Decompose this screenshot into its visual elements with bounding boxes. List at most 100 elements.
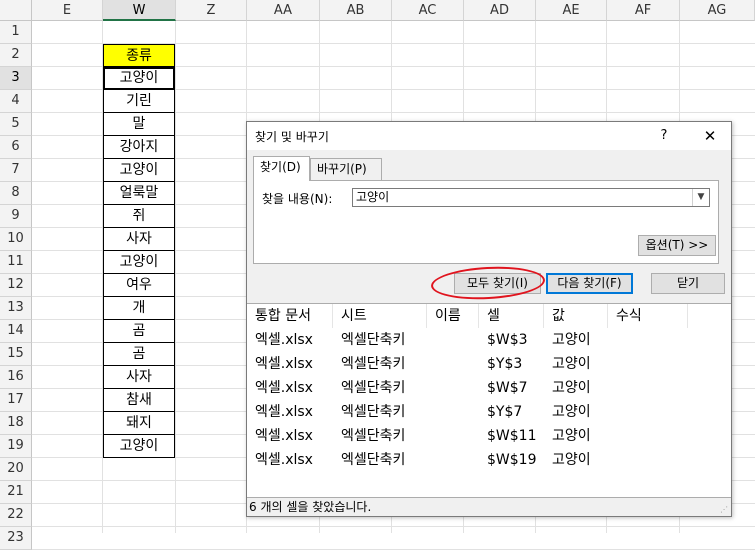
row-header-9[interactable]: 9 [0, 205, 32, 228]
cell-w3[interactable]: 고양이 [103, 67, 175, 90]
results-column-header[interactable]: 이름 [427, 304, 479, 328]
cell-w12[interactable]: 여우 [103, 274, 175, 297]
results-cell [608, 352, 688, 376]
tab-replace[interactable]: 바꾸기(P) [310, 158, 382, 180]
results-cell [608, 400, 688, 424]
column-header-aa[interactable]: AA [247, 0, 320, 21]
row-header-8[interactable]: 8 [0, 182, 32, 205]
results-cell: 엑셀단축키 [341, 452, 406, 468]
column-header-ac[interactable]: AC [392, 0, 464, 21]
results-cell: 고양이 [552, 356, 591, 372]
results-cell: $W$19 [487, 452, 537, 468]
cell-w6[interactable]: 강아지 [103, 136, 175, 159]
cell-w8[interactable]: 얼룩말 [103, 182, 175, 205]
dialog-title: 찾기 및 바꾸기 [255, 130, 329, 144]
results-column-header[interactable]: 셀 [479, 304, 544, 328]
row-header-10[interactable]: 10 [0, 228, 32, 251]
close-icon[interactable]: ✕ [697, 124, 723, 148]
column-header-ad[interactable]: AD [464, 0, 536, 21]
grid-line [32, 526, 755, 527]
column-header-e[interactable]: E [32, 0, 103, 21]
cell-w15[interactable]: 곰 [103, 343, 175, 366]
find-panel: 찾을 내용(N): 고양이 ▼ 옵션(T) >> [253, 180, 719, 264]
cell-w13[interactable]: 개 [103, 297, 175, 320]
results-column-header[interactable]: 시트 [333, 304, 427, 328]
results-cell: $W$3 [487, 332, 528, 348]
cell-w2[interactable]: 종류 [103, 44, 175, 67]
cell-w14[interactable]: 곰 [103, 320, 175, 343]
resize-grip-icon[interactable]: ⋰ [720, 505, 728, 514]
row-header-12[interactable]: 12 [0, 274, 32, 297]
results-cell [427, 352, 479, 376]
column-header-ae[interactable]: AE [536, 0, 607, 21]
status-text: 6 개의 셀을 찾았습니다. [249, 500, 372, 514]
cell-w16[interactable]: 사자 [103, 366, 175, 389]
results-cell [427, 448, 479, 472]
results-cell: 엑셀.xlsx [255, 380, 313, 396]
results-cell [608, 424, 688, 448]
chevron-down-icon[interactable]: ▼ [692, 189, 709, 206]
cell-w17[interactable]: 참새 [103, 389, 175, 412]
cell-w11[interactable]: 고양이 [103, 251, 175, 274]
results-column-header[interactable]: 값 [544, 304, 608, 328]
close-button[interactable]: 닫기 [651, 273, 725, 294]
find-what-value: 고양이 [356, 190, 390, 204]
results-cell: 엑셀.xlsx [255, 452, 313, 468]
row-header-22[interactable]: 22 [0, 504, 32, 527]
row-header-14[interactable]: 14 [0, 320, 32, 343]
cell-w5[interactable]: 말 [103, 113, 175, 136]
column-header-af[interactable]: AF [607, 0, 680, 21]
row-header-15[interactable]: 15 [0, 343, 32, 366]
results-cell: 엑셀단축키 [341, 356, 406, 372]
results-cell: 고양이 [552, 332, 591, 348]
cell-w4[interactable]: 기린 [103, 90, 175, 113]
results-column-header[interactable]: 수식 [608, 304, 688, 328]
column-header-ag[interactable]: AG [680, 0, 755, 21]
row-header-2[interactable]: 2 [0, 44, 32, 67]
row-header-4[interactable]: 4 [0, 90, 32, 113]
column-header-ab[interactable]: AB [320, 0, 392, 21]
find-replace-dialog: 찾기 및 바꾸기 ? ✕ 찾기(D) 바꾸기(P) 찾을 내용(N): 고양이 … [246, 121, 732, 517]
results-cell: $Y$3 [487, 356, 523, 372]
row-header-21[interactable]: 21 [0, 481, 32, 504]
results-list[interactable]: 통합 문서 시트 이름 셀 값 수식 엑셀.xlsx 엑셀단축키 $W$3 고양이 엑셀.xlsx… [247, 303, 731, 498]
column-header-w[interactable]: W [103, 0, 176, 21]
results-column-header[interactable]: 통합 문서 [247, 304, 333, 328]
results-cell [608, 376, 688, 400]
row-header-13[interactable]: 13 [0, 297, 32, 320]
results-cell [427, 424, 479, 448]
row-header-23[interactable]: 23 [0, 527, 32, 550]
results-cell: 고양이 [552, 452, 591, 468]
results-cell: $W$11 [487, 428, 537, 444]
row-header-7[interactable]: 7 [0, 159, 32, 182]
column-header-z[interactable]: Z [176, 0, 247, 21]
help-button[interactable]: ? [651, 124, 677, 148]
results-cell: 엑셀단축키 [341, 332, 406, 348]
row-header-3[interactable]: 3 [0, 67, 32, 90]
row-header-19[interactable]: 19 [0, 435, 32, 458]
cell-w9[interactable]: 쥐 [103, 205, 175, 228]
row-header-17[interactable]: 17 [0, 389, 32, 412]
select-all-corner[interactable] [0, 0, 32, 21]
row-header-6[interactable]: 6 [0, 136, 32, 159]
tab-find[interactable]: 찾기(D) [253, 156, 310, 181]
results-cell: 엑셀단축키 [341, 428, 406, 444]
row-header-16[interactable]: 16 [0, 366, 32, 389]
find-next-button[interactable]: 다음 찾기(F) [546, 273, 633, 294]
row-header-20[interactable]: 20 [0, 458, 32, 481]
cell-w7[interactable]: 고양이 [103, 159, 175, 182]
cell-w10[interactable]: 사자 [103, 228, 175, 251]
find-what-input[interactable]: 고양이 ▼ [352, 188, 710, 207]
results-cell: $W$7 [487, 380, 528, 396]
row-header-18[interactable]: 18 [0, 412, 32, 435]
results-cell: 엑셀.xlsx [255, 332, 313, 348]
results-cell: 고양이 [552, 404, 591, 420]
results-cell [608, 328, 688, 352]
cell-w18[interactable]: 돼지 [103, 412, 175, 435]
row-header-5[interactable]: 5 [0, 113, 32, 136]
row-header-11[interactable]: 11 [0, 251, 32, 274]
row-header-1[interactable]: 1 [0, 21, 32, 44]
results-cell: 엑셀.xlsx [255, 356, 313, 372]
cell-w19[interactable]: 고양이 [103, 435, 175, 458]
options-button[interactable]: 옵션(T) >> [638, 235, 716, 256]
